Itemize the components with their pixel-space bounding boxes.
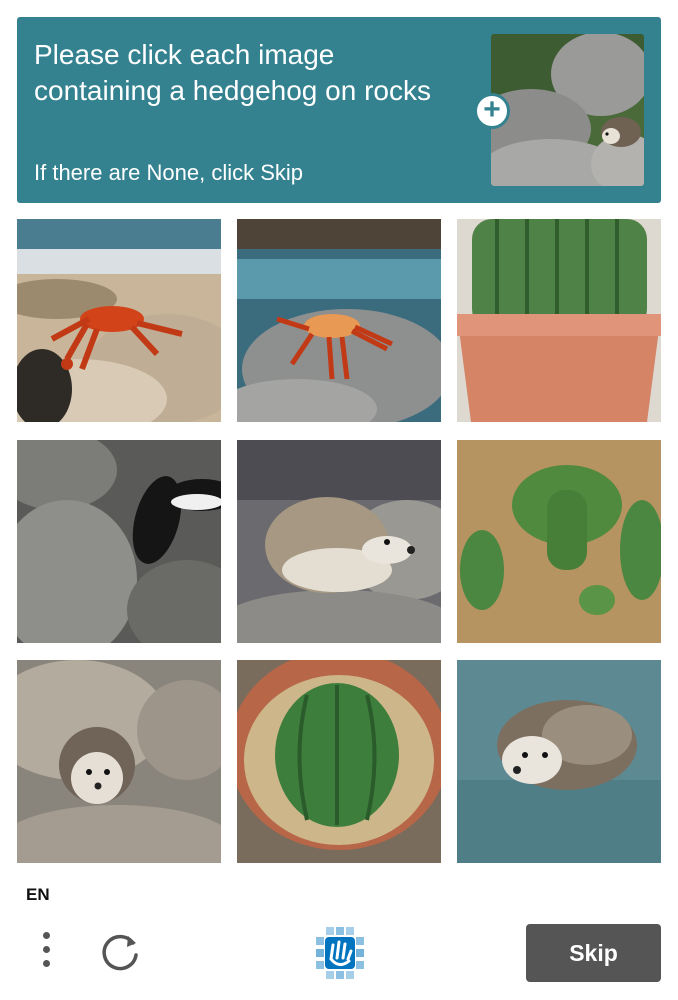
challenge-tile-6[interactable] [457,440,661,643]
refresh-icon[interactable] [100,930,144,974]
challenge-prompt: Please click each image containing a hed… [34,39,431,106]
more-vertical-icon[interactable] [36,932,56,976]
challenge-tile-3[interactable] [457,219,661,422]
challenge-tile-9[interactable] [457,660,661,863]
example-image[interactable] [491,34,644,186]
hcaptcha-logo-icon [309,925,369,981]
challenge-tile-4[interactable] [17,440,221,643]
plus-icon[interactable]: + [474,93,510,129]
challenge-subtext: If there are None, click Skip [34,160,304,185]
language-selector[interactable]: EN [26,885,50,905]
challenge-tile-7[interactable] [17,660,221,863]
challenge-header: Please click each image containing a hed… [17,17,661,203]
challenge-tile-2[interactable] [237,219,441,422]
challenge-tile-1[interactable] [17,219,221,422]
challenge-tile-5[interactable] [237,440,441,643]
challenge-tile-8[interactable] [237,660,441,863]
skip-button[interactable]: Skip [526,924,661,982]
